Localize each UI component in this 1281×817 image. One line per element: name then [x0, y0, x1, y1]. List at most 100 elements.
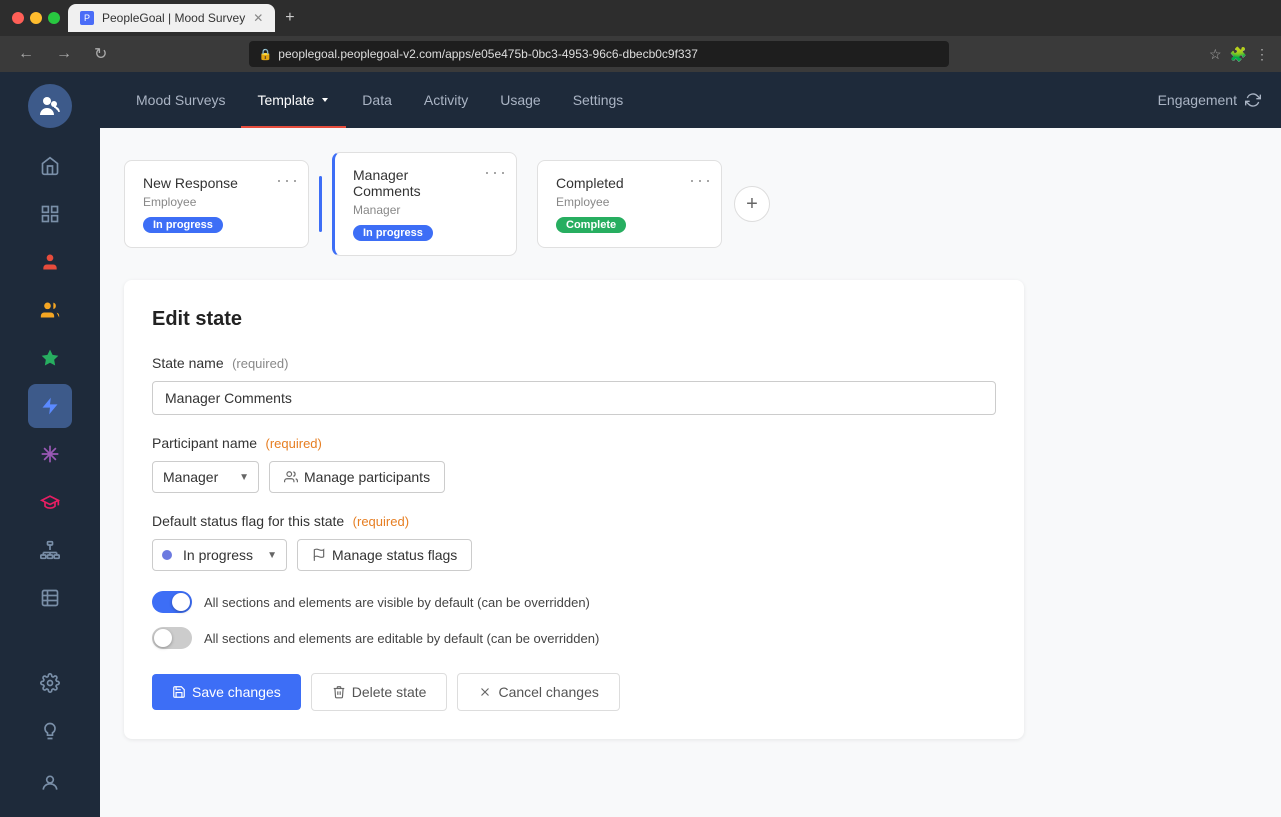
manage-participants-label: Manage participants	[304, 469, 430, 485]
sidebar-item-user-bottom[interactable]	[28, 761, 72, 805]
participant-required: (required)	[266, 436, 322, 451]
browser-chrome: P PeopleGoal | Mood Survey ✕ +	[0, 0, 1281, 36]
status-flag-select[interactable]: In progress Complete Not started	[152, 539, 287, 571]
back-button[interactable]: ←	[12, 43, 40, 65]
grid-icon	[40, 204, 60, 224]
sidebar-item-lightbulb[interactable]	[28, 709, 72, 753]
nav-data[interactable]: Data	[346, 72, 408, 128]
edit-user-icon	[40, 300, 60, 320]
state-title-2: Manager Comments	[353, 167, 498, 199]
lightbulb-icon	[40, 721, 60, 741]
toggle-visible[interactable]	[152, 591, 192, 613]
form-actions: Save changes Delete state Cancel changes	[152, 673, 996, 711]
flag-icon	[312, 548, 326, 562]
edit-state-title: Edit state	[152, 308, 996, 331]
manage-participants-button[interactable]: Manage participants	[269, 461, 445, 493]
dot-yellow[interactable]	[30, 12, 42, 24]
state-badge-3: Complete	[556, 217, 626, 233]
sync-icon[interactable]	[1245, 92, 1261, 108]
nav-right: Engagement	[1158, 92, 1261, 108]
state-card-manager-comments[interactable]: ··· Manager Comments Manager In progress	[332, 152, 517, 256]
address-bar: ← → ↻ 🔒 peoplegoal.peoplegoal-v2.com/app…	[0, 36, 1281, 72]
state-dots-3[interactable]: ···	[689, 171, 713, 189]
toggle-editable[interactable]	[152, 627, 192, 649]
sidebar-item-edit-user[interactable]	[28, 288, 72, 332]
cancel-changes-button[interactable]: Cancel changes	[457, 673, 619, 711]
sidebar-item-settings[interactable]	[28, 661, 72, 705]
home-icon	[40, 156, 60, 176]
sidebar-item-user[interactable]	[28, 240, 72, 284]
sidebar-item-table[interactable]	[28, 576, 72, 620]
template-dropdown-icon	[320, 95, 330, 105]
nav-settings[interactable]: Settings	[557, 72, 640, 128]
browser-tab[interactable]: P PeopleGoal | Mood Survey ✕	[68, 4, 275, 32]
nav-mood-surveys[interactable]: Mood Surveys	[120, 72, 241, 128]
forward-button[interactable]: →	[50, 43, 78, 65]
asterisk-icon	[40, 444, 60, 464]
state-name-group: State name (required)	[152, 355, 996, 415]
nav-template[interactable]: Template	[241, 72, 346, 128]
status-flag-required: (required)	[353, 514, 409, 529]
sidebar-item-graduation[interactable]	[28, 480, 72, 524]
bookmark-icon[interactable]: ☆	[1209, 46, 1222, 63]
participants-icon	[284, 470, 298, 484]
save-label: Save changes	[192, 684, 281, 700]
sidebar-logo[interactable]	[28, 84, 72, 128]
tab-title: PeopleGoal | Mood Survey	[102, 11, 245, 25]
url-bar[interactable]: 🔒 peoplegoal.peoplegoal-v2.com/apps/e05e…	[249, 41, 949, 67]
state-dots-2[interactable]: ···	[484, 163, 508, 181]
top-nav: Mood Surveys Template Data Activity Usag…	[100, 72, 1281, 128]
trash-icon	[332, 685, 346, 699]
menu-icon[interactable]: ⋮	[1255, 46, 1269, 63]
dot-red[interactable]	[12, 12, 24, 24]
sidebar-item-star[interactable]	[28, 336, 72, 380]
state-subtitle-1: Employee	[143, 195, 290, 209]
sidebar-item-hierarchy[interactable]	[28, 528, 72, 572]
save-changes-button[interactable]: Save changes	[152, 674, 301, 710]
delete-state-button[interactable]: Delete state	[311, 673, 448, 711]
status-flag-select-wrapper: In progress Complete Not started ▼	[152, 539, 287, 571]
manage-status-flags-button[interactable]: Manage status flags	[297, 539, 472, 571]
state-card-completed[interactable]: ··· Completed Employee Complete	[537, 160, 722, 248]
nav-usage[interactable]: Usage	[484, 72, 556, 128]
participant-label: Participant name	[152, 435, 257, 451]
participant-select-wrapper: Manager Employee Admin ▼	[152, 461, 259, 493]
graduation-icon	[40, 492, 60, 512]
url-text: peoplegoal.peoplegoal-v2.com/apps/e05e47…	[278, 47, 698, 61]
bolt-icon	[40, 396, 60, 416]
browser-ext-area: ☆ 🧩 ⋮	[1209, 46, 1269, 63]
reload-button[interactable]: ↻	[88, 42, 113, 66]
participant-select[interactable]: Manager Employee Admin	[152, 461, 259, 493]
add-state-button[interactable]: +	[734, 186, 770, 222]
user-alert-icon	[40, 252, 60, 272]
state-name-required: (required)	[232, 356, 288, 371]
logo-icon	[38, 94, 62, 118]
new-tab-button[interactable]: +	[285, 9, 294, 27]
status-flag-label: Default status flag for this state	[152, 513, 344, 529]
sidebar	[0, 72, 100, 817]
state-subtitle-2: Manager	[353, 203, 498, 217]
sidebar-item-grid[interactable]	[28, 192, 72, 236]
state-card-new-response[interactable]: ··· New Response Employee In progress	[124, 160, 309, 248]
manage-status-label: Manage status flags	[332, 547, 457, 563]
state-dots-1[interactable]: ···	[276, 171, 300, 189]
ext-icon[interactable]: 🧩	[1230, 46, 1247, 63]
tab-close[interactable]: ✕	[253, 11, 263, 25]
states-row: ··· New Response Employee In progress ··…	[124, 152, 1257, 256]
star-icon	[40, 348, 60, 368]
dot-green[interactable]	[48, 12, 60, 24]
sidebar-item-asterisk[interactable]	[28, 432, 72, 476]
edit-state-panel: Edit state State name (required) Partici…	[124, 280, 1024, 739]
delete-label: Delete state	[352, 684, 427, 700]
state-badge-1: In progress	[143, 217, 223, 233]
state-name-input[interactable]	[152, 381, 996, 415]
sidebar-item-bolt[interactable]	[28, 384, 72, 428]
nav-activity[interactable]: Activity	[408, 72, 484, 128]
lock-icon: 🔒	[259, 48, 273, 61]
sidebar-item-home[interactable]	[28, 144, 72, 188]
engagement-label: Engagement	[1158, 92, 1237, 108]
toggle-visible-row: All sections and elements are visible by…	[152, 591, 996, 613]
state-separator-1	[313, 176, 328, 232]
table-icon	[40, 588, 60, 608]
state-title-3: Completed	[556, 175, 703, 191]
